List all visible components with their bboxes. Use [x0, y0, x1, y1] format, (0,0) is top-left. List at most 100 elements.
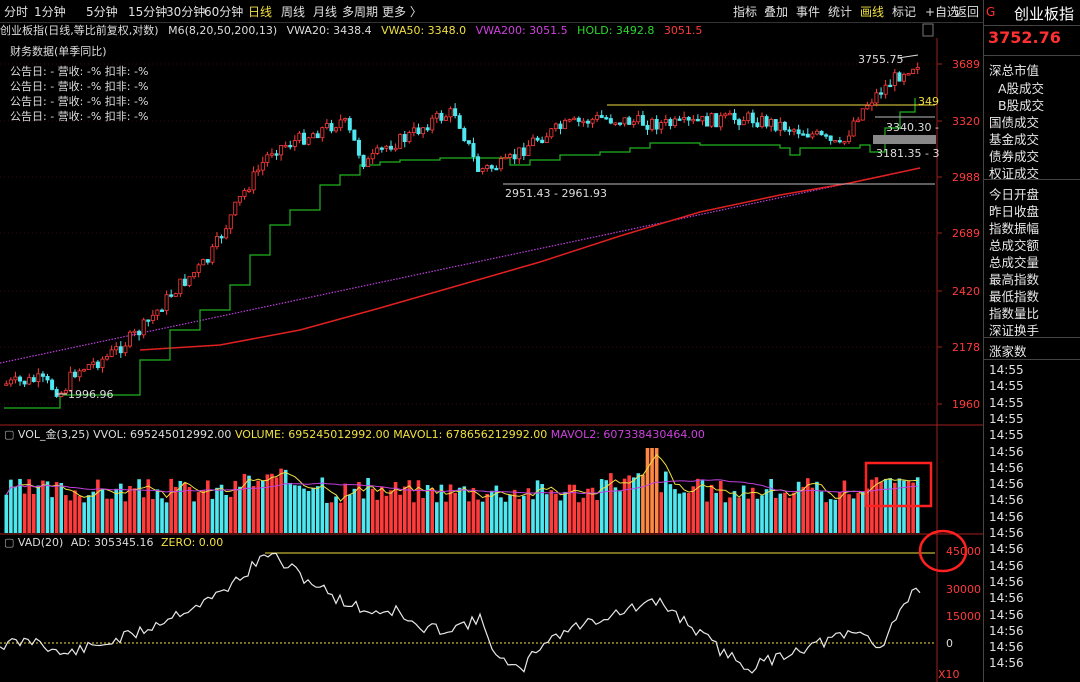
candle-body — [192, 272, 197, 278]
sidebar-time-9: 14:56 — [989, 509, 1024, 524]
candle-body — [851, 120, 856, 137]
volume-bar — [192, 501, 196, 533]
candlestick-chart[interactable]: 3689 3320 2988 2689 2420 2178 1960 45000 30000 15… — [0, 0, 983, 682]
volume-bar — [215, 487, 219, 533]
volume-bar — [370, 488, 375, 533]
volume-bar — [270, 473, 274, 533]
candle-body — [50, 379, 55, 390]
volume-bar — [206, 480, 210, 533]
volume-bar — [343, 483, 348, 533]
candle-body — [530, 137, 535, 147]
collapse-icon[interactable]: ▢ — [4, 536, 14, 549]
candle-body — [196, 264, 201, 273]
volume-bar — [457, 487, 462, 533]
volume-bar — [792, 492, 796, 533]
volume-bar — [723, 502, 728, 533]
candle-body — [462, 128, 467, 142]
candle-body — [526, 145, 531, 156]
candle-body — [242, 190, 247, 197]
candle-body — [508, 154, 513, 158]
volume-bar — [439, 484, 444, 533]
candle-body — [480, 168, 485, 172]
candle-body — [860, 108, 865, 121]
collapse-icon[interactable]: ▢ — [4, 428, 14, 441]
candle-body — [608, 118, 613, 124]
volume-bar — [155, 489, 160, 533]
volume-bar — [778, 493, 783, 533]
candle-body — [732, 112, 737, 121]
volume-bar — [109, 498, 114, 533]
candle-body — [883, 84, 888, 95]
candle-body — [407, 132, 412, 142]
vad-tick: 45000 — [946, 545, 981, 558]
volume-bar — [366, 478, 370, 533]
candle-body — [553, 123, 558, 130]
candle-body — [645, 124, 650, 130]
volume-bar — [860, 491, 865, 533]
volume-bar — [718, 480, 723, 533]
price-tick: 1960 — [952, 398, 980, 411]
candle-body — [746, 112, 751, 121]
volume-bar — [732, 491, 737, 533]
candle-body — [247, 189, 252, 192]
candle-body — [123, 345, 128, 354]
candle-body — [283, 145, 288, 148]
volume-bar — [801, 486, 806, 533]
volume-bar — [4, 494, 9, 533]
price-tick: 2689 — [952, 227, 980, 240]
candle-body — [911, 68, 916, 74]
candle-body — [773, 119, 778, 131]
volume-bar — [18, 478, 22, 533]
volume-bar — [238, 486, 242, 533]
candle-body — [466, 140, 471, 144]
candle-body — [471, 143, 476, 158]
volume-bar — [549, 490, 554, 533]
candle-body — [320, 127, 325, 139]
candle-body — [769, 119, 774, 127]
candle-body — [77, 370, 82, 378]
volume-bar — [265, 474, 270, 533]
candle-body — [155, 309, 160, 316]
candle-body — [141, 319, 146, 336]
candle-body — [842, 141, 847, 144]
volume-bar — [622, 478, 627, 533]
volume-bar — [123, 501, 128, 533]
volume-bar — [531, 499, 535, 533]
volume-bar — [856, 492, 860, 533]
vad-tick: 15000 — [946, 610, 981, 623]
sidebar-time-5: 14:56 — [989, 444, 1024, 459]
candle-body — [627, 117, 632, 125]
candle-body — [828, 135, 833, 141]
candle-body — [535, 137, 540, 141]
candle-body — [540, 139, 545, 144]
candle-body — [750, 112, 755, 124]
candle-body — [95, 361, 100, 368]
volume-bar — [64, 495, 68, 533]
vad-tick: 0 — [946, 637, 953, 650]
volume-bar — [375, 499, 380, 533]
volume-bar — [581, 497, 586, 533]
candle-body — [631, 121, 636, 125]
candle-body — [311, 133, 316, 139]
sidebar-time-12: 14:56 — [989, 558, 1024, 573]
price-tick: 2988 — [952, 171, 980, 184]
volume-bar — [100, 489, 105, 533]
sidebar-time-11: 14:56 — [989, 542, 1024, 557]
candle-body — [169, 294, 174, 297]
candle-body — [13, 376, 18, 381]
candle-body — [352, 129, 357, 141]
range-annotation: 2951.43 - 2961.93 — [505, 187, 607, 200]
candle-body — [329, 123, 334, 132]
candle-body — [498, 158, 503, 170]
scroll-box[interactable] — [922, 23, 934, 37]
candle-body — [105, 356, 110, 360]
volume-bar — [412, 502, 416, 533]
ad-line — [0, 552, 921, 674]
candle-body — [709, 113, 714, 127]
volume-bar — [114, 488, 119, 533]
volume-bar — [815, 481, 819, 533]
sidebar-time-7: 14:56 — [989, 477, 1024, 492]
volume-bar — [842, 480, 847, 533]
volume-bar — [668, 484, 673, 533]
candle-body — [187, 276, 192, 286]
